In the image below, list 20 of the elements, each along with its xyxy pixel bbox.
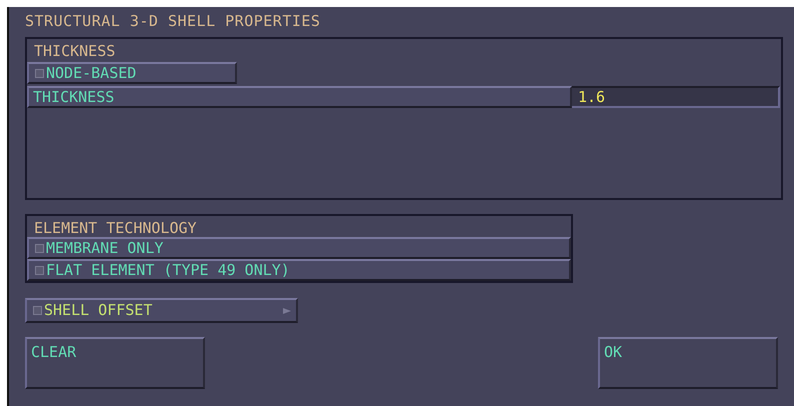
checkbox-option[interactable]: NODE-BASED [27,62,237,84]
window-title: STRUCTURAL 3-D SHELL PROPERTIES [25,11,322,32]
group-title: ELEMENT TECHNOLOGY [33,219,198,237]
thickness-input[interactable]: 1.6 [572,86,780,108]
field-label: THICKNESS [27,86,572,108]
ok-button[interactable]: OK [598,337,778,389]
clear-button[interactable]: CLEAR [25,337,205,389]
checkbox-option[interactable]: MEMBRANE ONLY [27,237,571,259]
checkbox[interactable] [33,306,42,315]
checkbox-option[interactable]: FLAT ELEMENT (TYPE 49 ONLY) [27,259,571,281]
shell-offset-button[interactable]: SHELL OFFSET [25,298,298,323]
checkbox[interactable] [35,244,44,252]
option-label: FLAT ELEMENT (TYPE 49 ONLY) [46,262,290,278]
group-title: THICKNESS [33,42,116,60]
arrow-icon [282,306,292,316]
checkbox[interactable] [35,68,44,78]
option-label: MEMBRANE ONLY [46,240,164,256]
option-label: NODE-BASED [46,66,136,80]
option-label: SHELL OFFSET [44,303,154,318]
checkbox[interactable] [35,266,44,274]
